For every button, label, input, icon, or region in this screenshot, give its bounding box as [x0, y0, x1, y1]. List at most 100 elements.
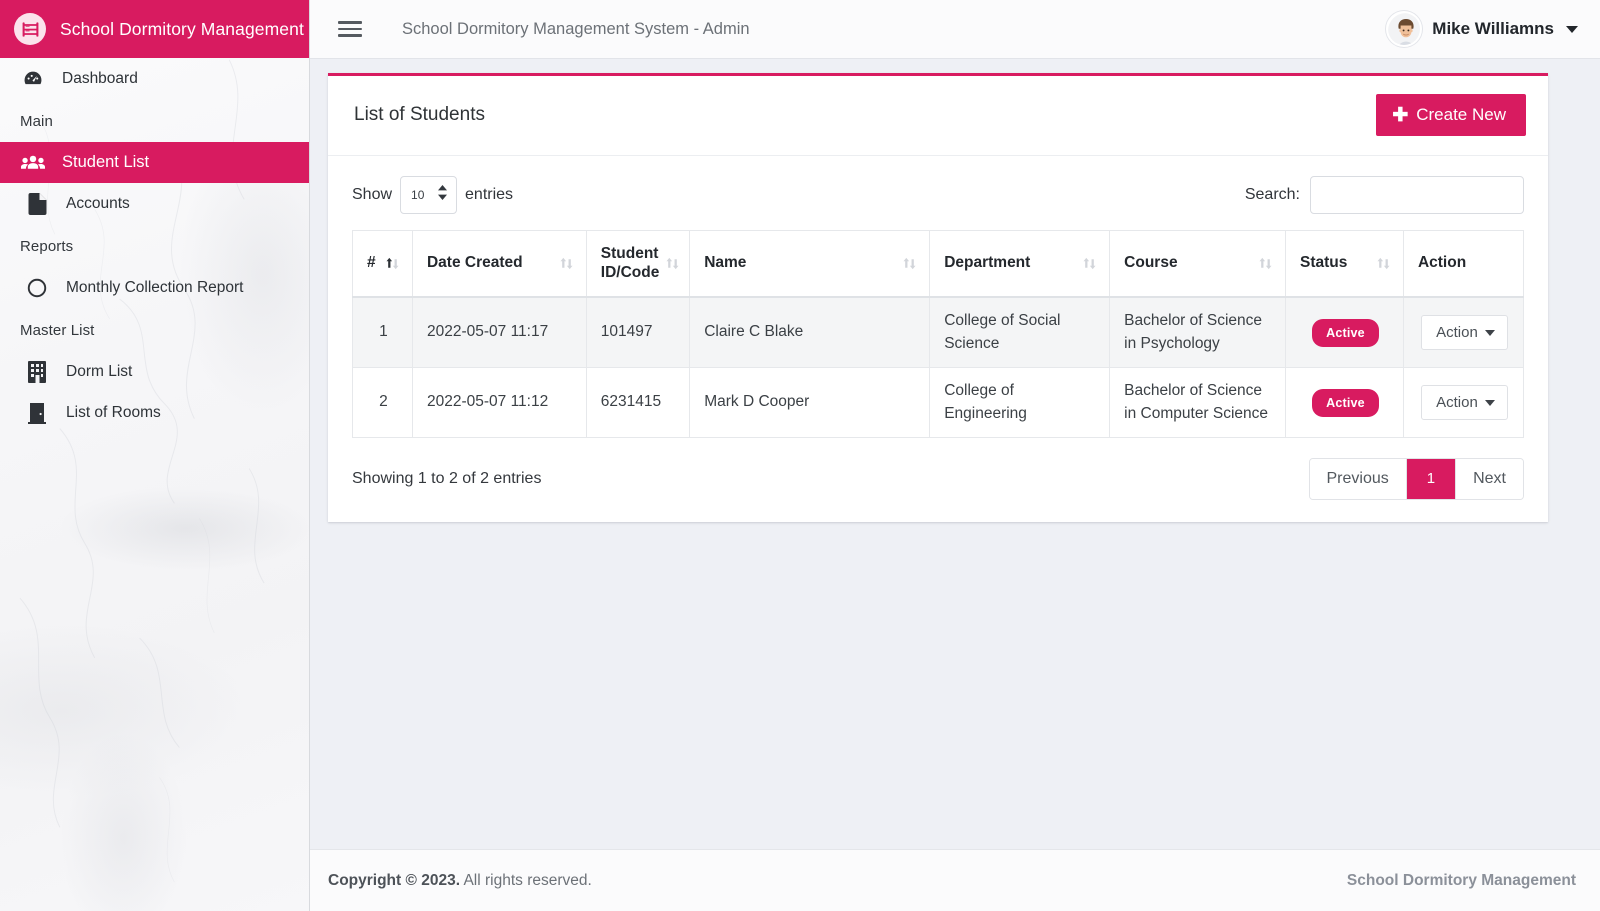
sidebar-item-monthly-collection-report[interactable]: Monthly Collection Report: [0, 267, 309, 308]
action-label: Action: [1436, 324, 1478, 342]
main-region: School Dormitory Management System - Adm…: [310, 0, 1600, 911]
sort-both-icon: [665, 256, 680, 271]
column-header-name[interactable]: Name: [689, 230, 931, 299]
sort-both-icon: [559, 256, 574, 271]
table-controls: Show 10 entries Search:: [352, 176, 1524, 214]
sidebar-item-label: List of Rooms: [66, 403, 161, 421]
column-label: Status: [1300, 254, 1348, 272]
sort-asc-active-icon: [385, 256, 400, 271]
table-footer: Showing 1 to 2 of 2 entries Previous 1 N…: [352, 458, 1524, 501]
column-label: Student ID/Code: [600, 245, 660, 281]
copyright-rest: All rights reserved.: [460, 871, 592, 889]
column-header-num[interactable]: #: [352, 230, 413, 299]
create-new-label: Create New: [1416, 105, 1506, 124]
status-badge: Active: [1312, 388, 1379, 417]
column-label: Action: [1417, 254, 1467, 272]
column-header-date-created[interactable]: Date Created: [411, 230, 587, 299]
table-row[interactable]: 1 2022-05-07 11:17 101497 Claire C Blake…: [352, 296, 1525, 369]
topbar: School Dormitory Management System - Adm…: [310, 0, 1600, 59]
column-header-department[interactable]: Department: [929, 230, 1111, 299]
students-card: List of Students ✚ Create New Show 10 en…: [328, 73, 1548, 523]
pagination-page-1[interactable]: 1: [1406, 459, 1457, 500]
search-input[interactable]: [1310, 176, 1524, 214]
caret-down-icon: [1484, 329, 1495, 336]
students-table: # Date Created Student ID/Code Name Depa…: [352, 230, 1525, 439]
cell-num: 2: [352, 367, 413, 439]
caret-down-icon: [1566, 25, 1578, 33]
sidebar-item-student-list[interactable]: Student List: [0, 142, 309, 183]
cell-status: Active: [1285, 296, 1404, 369]
footer-brand: School Dormitory Management: [1346, 871, 1576, 889]
tachometer-icon: [20, 68, 46, 90]
sidebar-section-main: Main: [20, 113, 53, 130]
circle-icon: [24, 277, 50, 299]
sidebar-item-accounts[interactable]: Accounts: [0, 183, 309, 224]
sidebar-item-label: Accounts: [66, 194, 130, 212]
pagination-previous[interactable]: Previous: [1309, 459, 1407, 500]
page-length-select[interactable]: 10: [400, 176, 458, 214]
door-icon: [24, 402, 50, 424]
cell-action: Action: [1402, 367, 1525, 439]
copyright-bold: Copyright © 2023.: [328, 871, 461, 889]
cell-date-created: 2022-05-07 11:17: [411, 296, 587, 369]
sidebar-item-list-of-rooms[interactable]: List of Rooms: [0, 392, 309, 433]
sidebar-item-label: Student List: [62, 153, 150, 172]
cell-department: College of Social Science: [929, 296, 1111, 369]
page-length-control: Show 10 entries: [352, 176, 513, 214]
cell-department: College of Engineering: [929, 367, 1111, 439]
cell-course: Bachelor of Science in Computer Science: [1109, 367, 1287, 439]
sort-both-icon: [1082, 256, 1097, 271]
table-head: # Date Created Student ID/Code Name Depa…: [352, 230, 1525, 299]
cell-status: Active: [1285, 367, 1404, 439]
page-title: School Dormitory Management System - Adm…: [402, 19, 750, 38]
caret-down-icon: [1484, 399, 1495, 406]
table-body: 1 2022-05-07 11:17 101497 Claire C Blake…: [352, 296, 1525, 439]
username-label: Mike Williamns: [1432, 19, 1554, 38]
hamburger-icon[interactable]: [338, 21, 362, 37]
card-title: List of Students: [354, 104, 485, 125]
action-dropdown-button[interactable]: Action: [1421, 315, 1508, 351]
user-menu[interactable]: Mike Williamns: [1386, 11, 1578, 47]
sidebar-item-label: Dashboard: [62, 69, 138, 87]
page-length-select-wrap: 10: [400, 176, 458, 214]
sidebar: School Dormitory Management Dashboard Ma…: [0, 0, 310, 911]
column-label: Name: [704, 254, 747, 272]
sort-both-icon: [902, 256, 917, 271]
sort-both-icon: [1376, 256, 1391, 271]
plus-icon: ✚: [1392, 104, 1409, 126]
entries-info: Showing 1 to 2 of 2 entries: [352, 470, 542, 488]
table-row[interactable]: 2 2022-05-07 11:12 6231415 Mark D Cooper…: [352, 367, 1525, 439]
cell-name: Claire C Blake: [689, 296, 931, 369]
column-header-status[interactable]: Status: [1285, 230, 1404, 299]
search-control: Search:: [1245, 176, 1524, 214]
sidebar-nav: Dashboard Main Student List Accounts Rep…: [0, 58, 309, 433]
footer: Copyright © 2023. All rights reserved. S…: [310, 849, 1600, 911]
sidebar-brand[interactable]: School Dormitory Management: [0, 0, 309, 58]
sidebar-item-dashboard[interactable]: Dashboard: [0, 58, 309, 99]
cell-course: Bachelor of Science in Psychology: [1109, 296, 1287, 369]
sidebar-item-label: Dorm List: [66, 362, 133, 380]
dormitory-bunk-bed-icon: [14, 13, 46, 45]
pagination: Previous 1 Next: [1308, 458, 1524, 501]
pagination-next[interactable]: Next: [1456, 459, 1523, 500]
column-label: #: [367, 254, 376, 272]
users-icon: [20, 151, 46, 175]
card-body: Show 10 entries Search: # Date Created S…: [328, 156, 1548, 522]
building-icon: [24, 360, 50, 383]
search-label: Search:: [1244, 186, 1300, 203]
column-label: Department: [944, 254, 1031, 272]
sidebar-section-reports: Reports: [20, 238, 74, 255]
sidebar-item-dorm-list[interactable]: Dorm List: [0, 351, 309, 392]
column-header-student-id[interactable]: Student ID/Code: [585, 230, 691, 299]
create-new-button[interactable]: ✚ Create New: [1376, 94, 1526, 136]
show-label: Show: [352, 186, 393, 203]
column-header-action: Action: [1402, 230, 1525, 299]
card-header: List of Students ✚ Create New: [328, 76, 1548, 156]
column-label: Course: [1124, 254, 1178, 272]
action-dropdown-button[interactable]: Action: [1421, 385, 1508, 421]
cell-num: 1: [352, 296, 413, 369]
action-label: Action: [1436, 394, 1478, 412]
user-avatar: [1386, 11, 1423, 47]
cell-name: Mark D Cooper: [689, 367, 931, 439]
column-header-course[interactable]: Course: [1109, 230, 1287, 299]
